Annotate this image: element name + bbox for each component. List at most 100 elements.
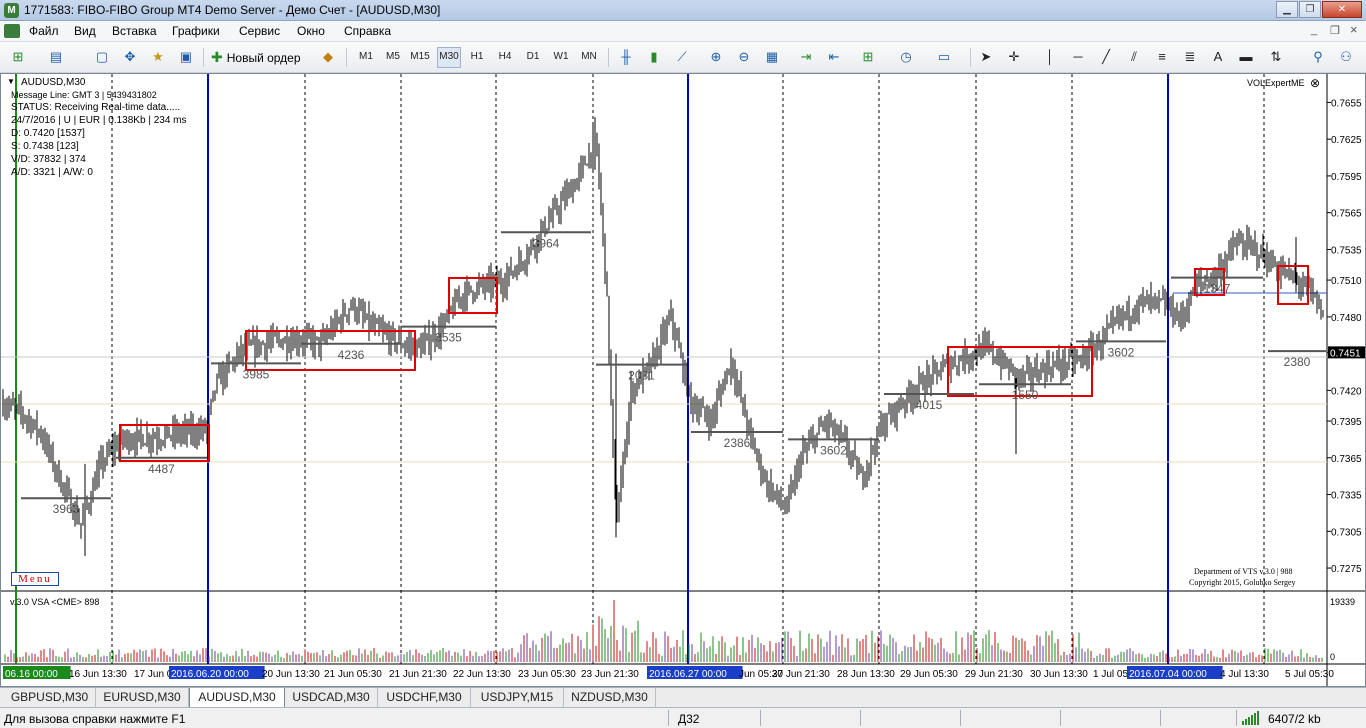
new-order-button[interactable]: ✚ Новый ордер — [208, 47, 304, 68]
time-axis-label: 23 Jun 05:30 — [518, 669, 576, 680]
doc-minimize-button[interactable]: _ — [1311, 24, 1317, 36]
tile-windows-icon[interactable]: ▦ — [762, 47, 782, 67]
time-axis-label: 20 Jun 13:30 — [262, 669, 320, 680]
community-icon[interactable]: ⚇ — [1336, 47, 1356, 67]
zoom-out-icon[interactable]: ⊖ — [734, 47, 754, 67]
time-axis-label: 17 Jun 0 — [134, 669, 173, 680]
search-icon[interactable]: ⚲ — [1308, 47, 1328, 67]
market-watch-icon[interactable]: ▢ — [92, 47, 112, 67]
volume-level-label: 1550 — [1012, 388, 1039, 402]
trendline-icon[interactable]: ╱ — [1096, 47, 1116, 67]
indicator-close-icon[interactable]: ⊗ — [1310, 76, 1320, 90]
volume-level-label: 3602 — [1108, 345, 1135, 359]
tab-usdjpy[interactable]: USDJPY,M15 — [471, 688, 564, 707]
text-icon[interactable]: A — [1208, 47, 1228, 67]
timeframe-m15[interactable]: M15 — [408, 47, 432, 68]
menu-view[interactable]: Вид — [74, 24, 96, 38]
profiles-icon[interactable]: ▤ — [46, 47, 66, 67]
doc-close-button[interactable]: × — [1350, 22, 1358, 37]
doc-restore-button[interactable]: ❐ — [1330, 24, 1340, 37]
status-traffic: 6407/2 kb — [1268, 712, 1321, 726]
tab-gbpusd[interactable]: GBPUSD,M30 — [4, 688, 96, 707]
crosshair-icon[interactable]: ✛ — [1004, 47, 1024, 67]
tab-usdchf[interactable]: USDCHF,M30 — [378, 688, 471, 707]
volume-level-label: 3985 — [243, 367, 270, 381]
time-axis-label: 06.16 00:00 — [5, 669, 58, 680]
window-controls: ▁ ❐ ✕ — [1276, 1, 1362, 19]
menu-help[interactable]: Справка — [344, 24, 391, 38]
menu-file[interactable]: Файл — [29, 24, 59, 38]
timeframe-m5[interactable]: M5 — [381, 47, 405, 68]
time-axis-label: 30 Jun 13:30 — [1030, 669, 1088, 680]
autotrading-icon[interactable]: ◆ — [318, 47, 338, 67]
price-tick-label: 0.7535 — [1331, 245, 1362, 256]
indicator-name: VOLExpertME — [1247, 78, 1305, 88]
price-tick-label: 0.7510 — [1331, 276, 1362, 287]
candlestick-icon[interactable]: ▮ — [644, 47, 664, 67]
volume-level-label: 2031 — [628, 369, 655, 383]
timeframe-h1[interactable]: H1 — [465, 47, 489, 68]
time-axis-label: 29 Jun 05:30 — [900, 669, 958, 680]
line-chart-icon[interactable]: ⟋ — [672, 47, 692, 67]
terminal-icon[interactable]: ▣ — [176, 47, 196, 67]
tab-usdcad[interactable]: USDCAD,M30 — [285, 688, 378, 707]
close-button[interactable]: ✕ — [1322, 1, 1362, 18]
equidistant-channel-icon[interactable]: ⫽ — [1124, 47, 1144, 67]
fibonacci-icon[interactable]: ≣ — [1180, 47, 1200, 67]
arrows-icon[interactable]: ⇅ — [1266, 47, 1286, 67]
info-line-vd: V/D: 37832 | 374 — [11, 154, 86, 165]
menu-tools[interactable]: Сервис — [239, 24, 280, 38]
timeframe-d1[interactable]: D1 — [521, 47, 545, 68]
price-tick-label: 0.7275 — [1331, 564, 1362, 575]
new-chart-icon[interactable]: ⊞ — [8, 47, 28, 67]
chart-window[interactable]: 0.7655 0.7625 0.7595 0.7565 0.7535 0.7510 0.74… — [0, 73, 1366, 687]
tab-audusd[interactable]: AUDUSD,M30 — [189, 688, 285, 708]
gann-icon[interactable]: ≡ — [1152, 47, 1172, 67]
crosshair-navigator-icon[interactable]: ✥ — [120, 47, 140, 67]
menu-window[interactable]: Окно — [297, 24, 325, 38]
tab-eurusd[interactable]: EURUSD,M30 — [96, 688, 189, 707]
timeframe-w1[interactable]: W1 — [549, 47, 573, 68]
volume-level-label: 3964 — [533, 236, 560, 250]
indicators-icon[interactable]: ⊞ — [858, 47, 878, 67]
time-axis-label: 2016.07.04 00:00 — [1129, 669, 1207, 680]
timeframe-mn[interactable]: MN — [577, 47, 601, 68]
connection-bars-icon — [1242, 711, 1264, 725]
price-tick-label: 0.7365 — [1331, 454, 1362, 465]
price-tick-label: 0.7565 — [1331, 209, 1362, 220]
chart-shift-icon[interactable]: ⇤ — [824, 47, 844, 67]
menu-insert[interactable]: Вставка — [112, 24, 157, 38]
timeframe-m1[interactable]: M1 — [354, 47, 378, 68]
chart-menu-button[interactable]: Menu — [11, 572, 59, 586]
price-tick-label: 0.7335 — [1331, 491, 1362, 502]
time-axis-label: 21 Jun 05:30 — [324, 669, 382, 680]
auto-scroll-icon[interactable]: ⇥ — [796, 47, 816, 67]
volume-bars — [4, 600, 1323, 662]
chart-tabs: GBPUSD,M30 EURUSD,M30 AUDUSD,M30 USDCAD,… — [0, 687, 1366, 708]
menu-charts[interactable]: Графики — [172, 24, 220, 38]
current-price-label: 0.7451 — [1330, 348, 1361, 359]
minimize-button[interactable]: ▁ — [1276, 1, 1298, 18]
horizontal-line-icon[interactable]: ─ — [1068, 47, 1088, 67]
volume-min-label: 0 — [1330, 652, 1336, 662]
chart-window-icon[interactable] — [4, 24, 20, 38]
vertical-line-icon[interactable]: │ — [1040, 47, 1060, 67]
favorites-icon[interactable]: ★ — [148, 47, 168, 67]
zoom-in-icon[interactable]: ⊕ — [706, 47, 726, 67]
templates-icon[interactable]: ▭ — [934, 47, 954, 67]
timeframe-m30[interactable]: M30 — [437, 47, 461, 68]
volume-indicator-label: v.3.0 VSA <CME> 898 — [10, 597, 100, 607]
label-icon[interactable]: ▬ — [1236, 47, 1256, 67]
tab-nzdusd[interactable]: NZDUSD,M30 — [564, 688, 656, 707]
time-axis-label: 4 Jul 13:30 — [1220, 669, 1269, 680]
timeframe-h4[interactable]: H4 — [493, 47, 517, 68]
bar-chart-icon[interactable]: ╫ — [616, 47, 636, 67]
volume-max-label: 19339 — [1330, 597, 1356, 607]
cursor-icon[interactable]: ➤ — [976, 47, 996, 67]
price-chart[interactable]: 0.7655 0.7625 0.7595 0.7565 0.7535 0.7510 0.74… — [1, 74, 1365, 686]
time-axis-label: 16 Jun 13:30 — [69, 669, 127, 680]
restore-button[interactable]: ❐ — [1299, 1, 1321, 18]
status-help-text: Для вызова справки нажмите F1 — [4, 712, 186, 726]
chart-collapse-icon[interactable]: ▼ — [7, 77, 15, 86]
periods-icon[interactable]: ◷ — [896, 47, 916, 67]
